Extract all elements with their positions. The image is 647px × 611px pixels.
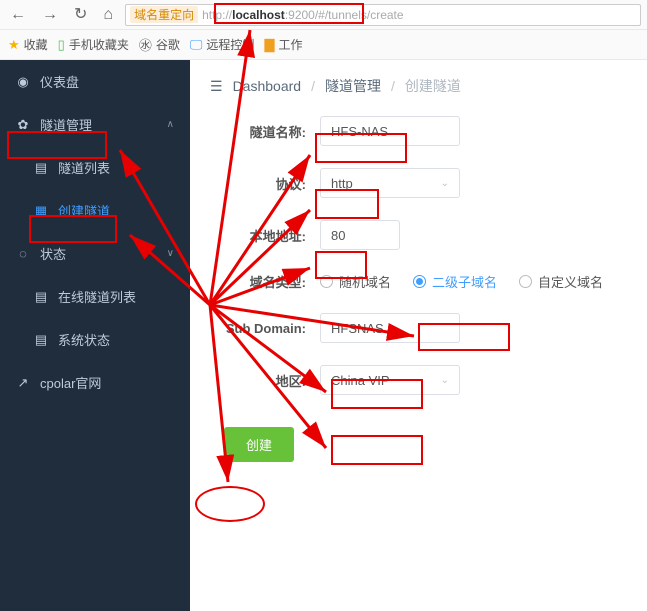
sidebar-item-label: 系统状态 [58, 330, 110, 349]
sidebar-item-label: 在线隧道列表 [58, 287, 136, 306]
label-protocol: 协议: [210, 174, 320, 193]
select-protocol[interactable]: http⌄ [320, 168, 460, 198]
monitor-icon: 🖵 [190, 37, 203, 53]
list-icon: ▤ [34, 160, 48, 176]
sidebar-item-dashboard[interactable]: ◉ 仪表盘 [0, 60, 190, 103]
bookmark-google[interactable]: ㊌谷歌 [139, 35, 180, 54]
row-sub-domain: Sub Domain: HFSNAS [210, 313, 627, 343]
list-icon: ▤ [34, 289, 48, 305]
favorites-button[interactable]: ★收藏 [8, 36, 48, 53]
sidebar-item-label: 隧道管理 [40, 115, 92, 134]
label-tunnel-name: 隧道名称: [210, 122, 320, 141]
breadcrumb-dashboard[interactable]: Dashboard [233, 78, 302, 94]
url-text: http://localhost:9200/#/tunnels/create [202, 8, 403, 22]
radio-sub-domain[interactable]: 二级子域名 [413, 272, 497, 291]
breadcrumb-sep: / [311, 78, 315, 94]
row-local-addr: 本地地址: 80 [210, 220, 627, 250]
sidebar-item-label: cpolar官网 [40, 373, 101, 392]
label-sub-domain: Sub Domain: [210, 321, 320, 336]
gauge-icon: ◉ [16, 74, 30, 90]
list-icon: ▤ [34, 332, 48, 348]
chevron-down-icon: ∨ [167, 248, 174, 259]
input-tunnel-name[interactable]: HFS-NAS [320, 116, 460, 146]
circle-icon: ◌ [16, 246, 30, 261]
browser-nav-bar: ← → ↻ ⌂ 域名重定向 http://localhost:9200/#/tu… [0, 0, 647, 30]
sidebar: ◉ 仪表盘 ✿ 隧道管理 ∧ ▤ 隧道列表 ▦ 创建隧道 ◌ 状态 ∨ ▤ 在线… [0, 60, 190, 611]
bookmark-remote[interactable]: 🖵远程控制 [190, 36, 255, 53]
redirect-badge: 域名重定向 [130, 6, 198, 23]
sidebar-item-label: 仪表盘 [40, 72, 79, 91]
sidebar-item-tunnel-create[interactable]: ▦ 创建隧道 [0, 189, 190, 232]
sidebar-item-label: 创建隧道 [58, 201, 110, 220]
row-domain-type: 域名类型: 随机域名 二级子域名 自定义域名 [210, 272, 627, 291]
breadcrumb-sep: / [391, 78, 395, 94]
app-container: ◉ 仪表盘 ✿ 隧道管理 ∧ ▤ 隧道列表 ▦ 创建隧道 ◌ 状态 ∨ ▤ 在线… [0, 60, 647, 611]
address-bar[interactable]: 域名重定向 http://localhost:9200/#/tunnels/cr… [125, 4, 641, 26]
sidebar-item-status[interactable]: ◌ 状态 ∨ [0, 232, 190, 275]
sidebar-item-label: 隧道列表 [58, 158, 110, 177]
external-link-icon: ↗ [16, 375, 30, 391]
row-tunnel-name: 隧道名称: HFS-NAS [210, 116, 627, 146]
gear-icon: ✿ [16, 117, 30, 133]
sidebar-item-sys-status[interactable]: ▤ 系统状态 [0, 318, 190, 361]
main-panel: ☰ Dashboard / 隧道管理 / 创建隧道 隧道名称: HFS-NAS … [190, 60, 647, 611]
input-sub-domain[interactable]: HFSNAS [320, 313, 460, 343]
row-region: 地区: China VIP⌄ [210, 365, 627, 395]
grid-icon: ▦ [34, 203, 48, 219]
breadcrumb: ☰ Dashboard / 隧道管理 / 创建隧道 [210, 76, 627, 96]
back-icon[interactable]: ← [6, 5, 30, 25]
chevron-down-icon: ⌄ [441, 375, 449, 386]
star-icon: ★ [8, 37, 20, 53]
sidebar-item-online-list[interactable]: ▤ 在线隧道列表 [0, 275, 190, 318]
folder-icon: ▇ [264, 37, 274, 53]
radio-random-domain[interactable]: 随机域名 [320, 272, 391, 291]
row-protocol: 协议: http⌄ [210, 168, 627, 198]
label-region: 地区: [210, 371, 320, 390]
input-local-addr[interactable]: 80 [320, 220, 400, 250]
bookmark-work[interactable]: ▇工作 [264, 36, 302, 53]
home-icon[interactable]: ⌂ [99, 5, 117, 25]
bookmark-mobile[interactable]: ▯手机收藏夹 [58, 36, 129, 53]
breadcrumb-mgmt[interactable]: 隧道管理 [325, 76, 381, 96]
menu-toggle-icon[interactable]: ☰ [210, 78, 223, 95]
mobile-icon: ▯ [58, 37, 65, 53]
chevron-up-icon: ∧ [167, 119, 174, 130]
submit-button[interactable]: 创建 [224, 427, 294, 462]
sidebar-item-cpolar[interactable]: ↗ cpolar官网 [0, 361, 190, 404]
chevron-down-icon: ⌄ [441, 178, 449, 189]
sidebar-item-tunnel-mgmt[interactable]: ✿ 隧道管理 ∧ [0, 103, 190, 146]
sidebar-item-label: 状态 [40, 244, 66, 263]
breadcrumb-current: 创建隧道 [405, 76, 461, 96]
radio-group-domain-type: 随机域名 二级子域名 自定义域名 [320, 272, 603, 291]
label-local-addr: 本地地址: [210, 226, 320, 245]
radio-custom-domain[interactable]: 自定义域名 [519, 272, 603, 291]
label-domain-type: 域名类型: [210, 272, 320, 291]
forward-icon[interactable]: → [38, 5, 62, 25]
sidebar-item-tunnel-list[interactable]: ▤ 隧道列表 [0, 146, 190, 189]
globe-icon: ㊌ [139, 35, 152, 54]
reload-icon[interactable]: ↻ [70, 5, 91, 25]
select-region[interactable]: China VIP⌄ [320, 365, 460, 395]
bookmarks-bar: ★收藏 ▯手机收藏夹 ㊌谷歌 🖵远程控制 ▇工作 [0, 30, 647, 60]
